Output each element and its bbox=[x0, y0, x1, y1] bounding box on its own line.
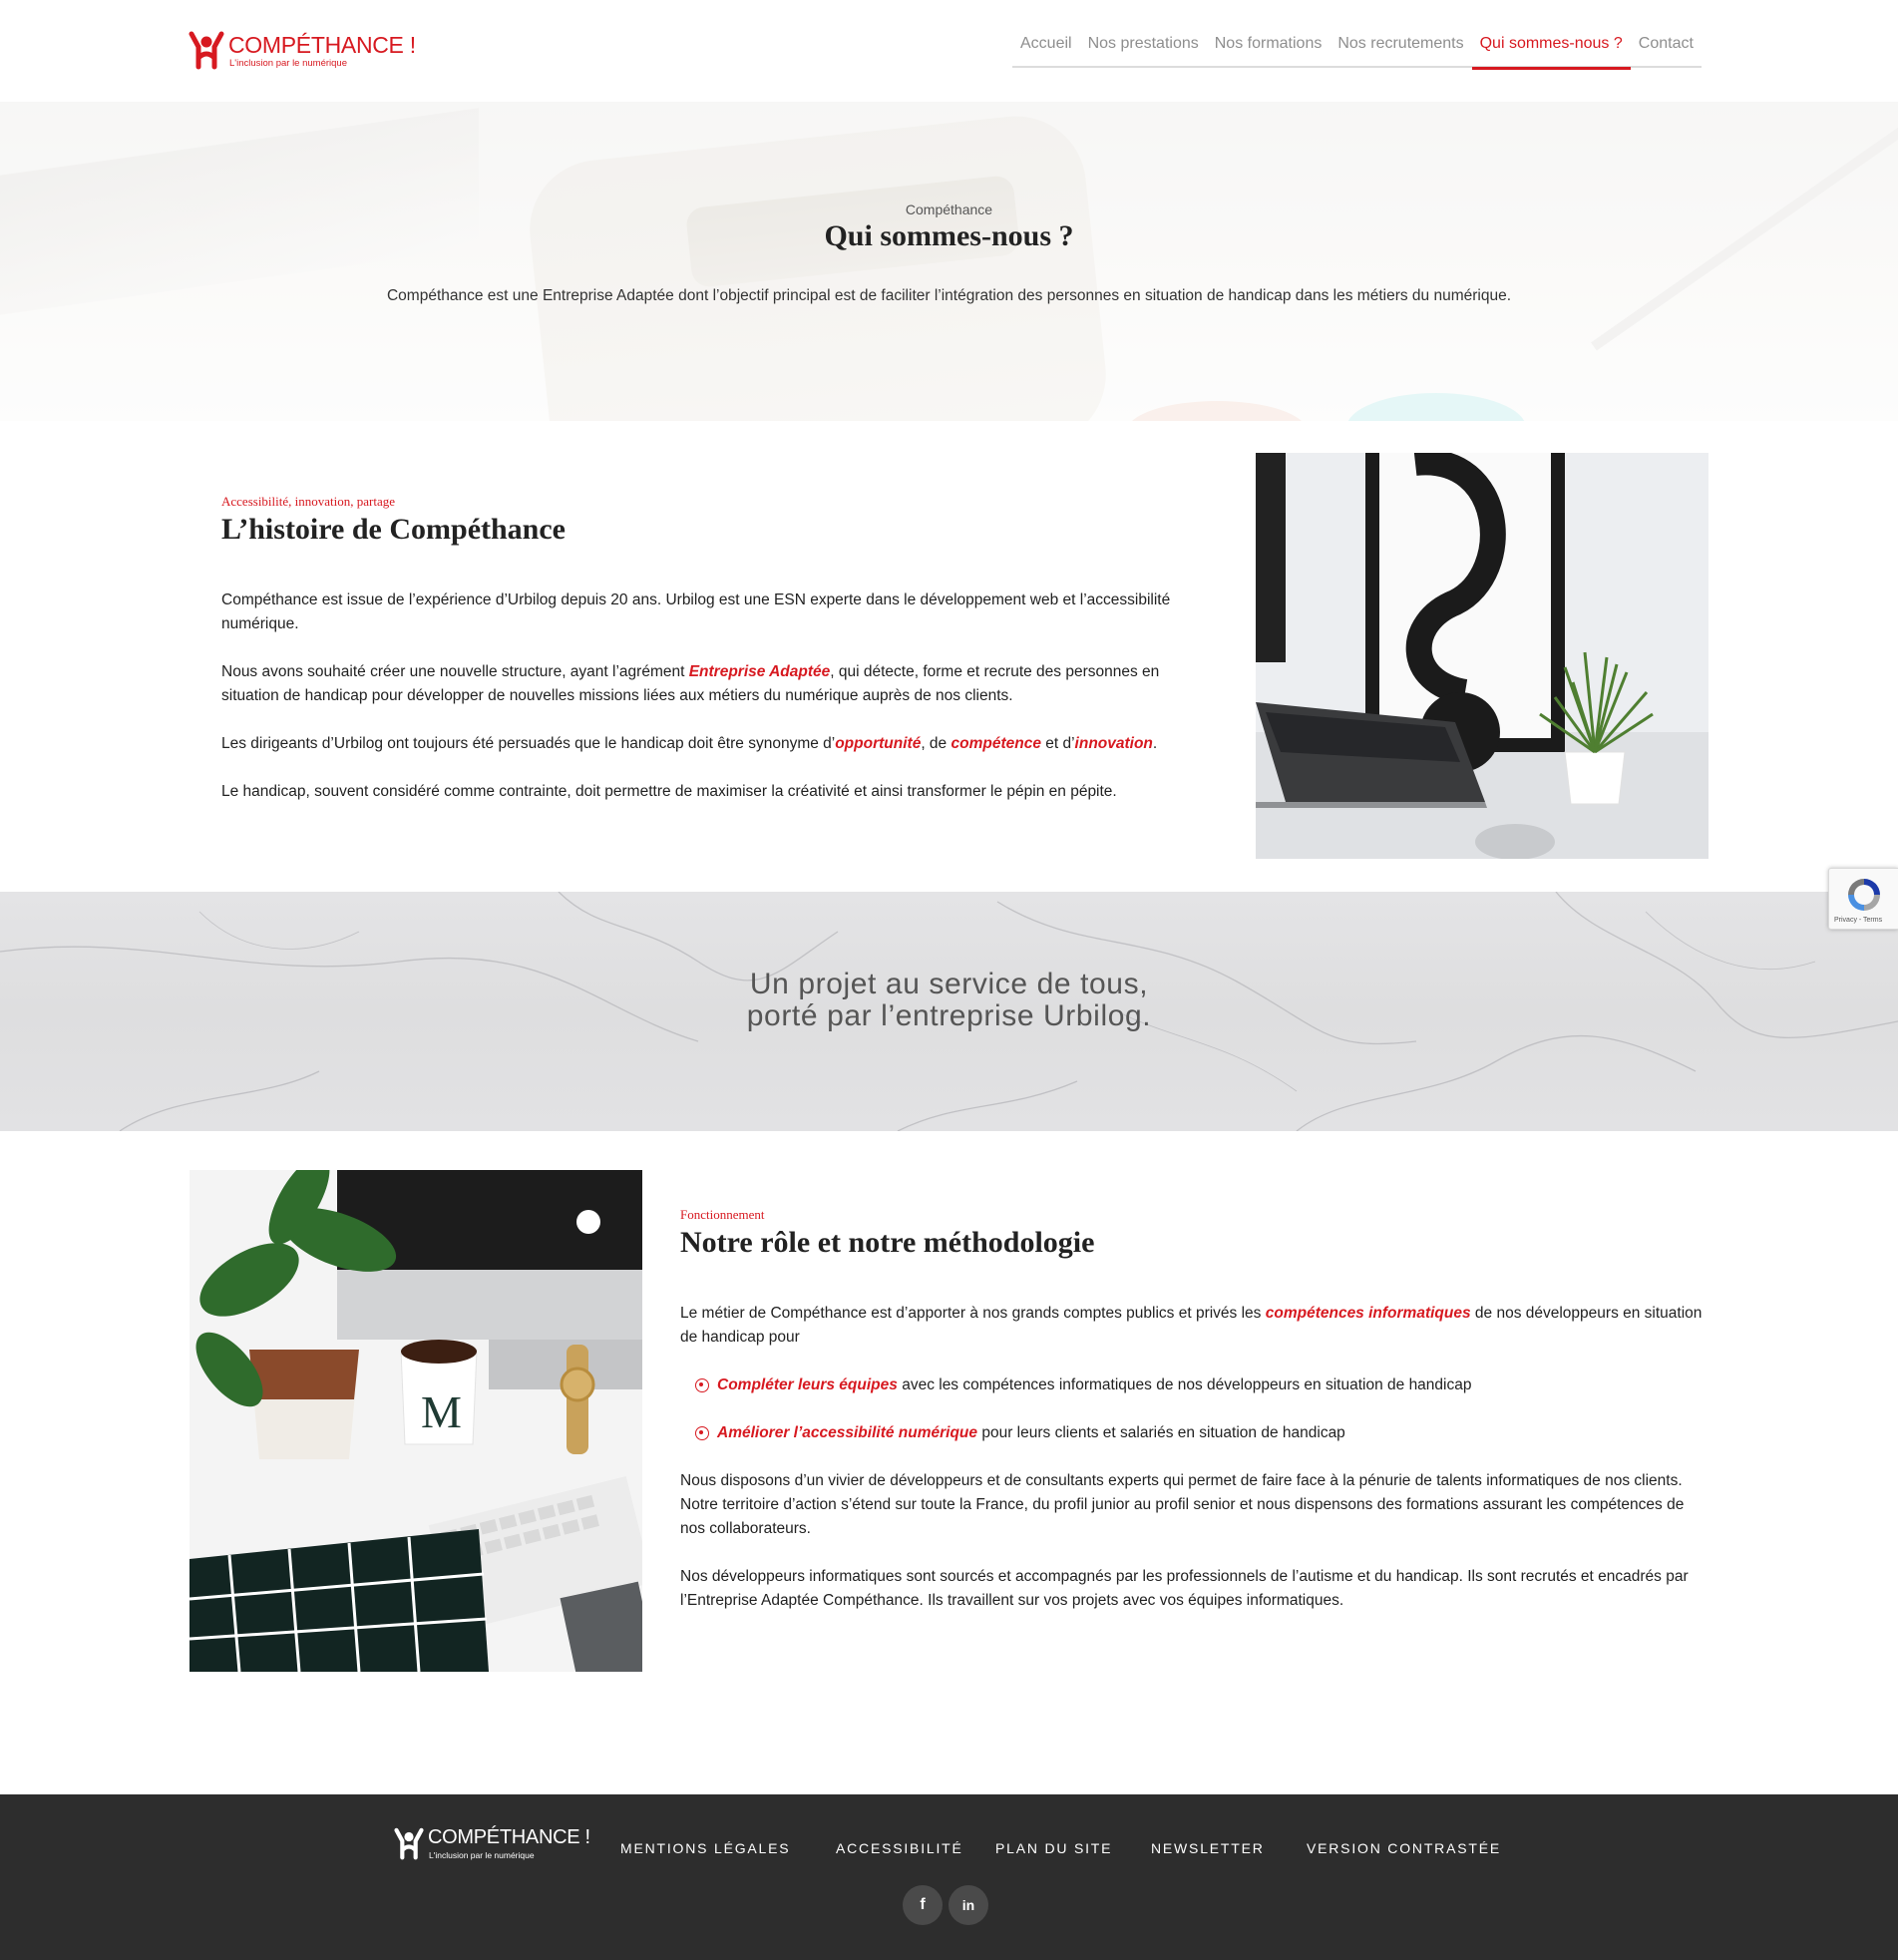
emphasis-opportunite: opportunité bbox=[835, 735, 922, 752]
bullet-text: avec les compétences informatiques de no… bbox=[897, 1376, 1472, 1393]
site-footer: COMPÉTHANCE ! L'inclusion par le numériq… bbox=[0, 1794, 1898, 1960]
emphasis-entreprise-adaptee: Entreprise Adaptée bbox=[688, 663, 831, 680]
hero-description: Compéthance est une Entreprise Adaptée d… bbox=[386, 287, 1512, 304]
nav-item-prestations[interactable]: Nos prestations bbox=[1080, 26, 1207, 68]
logo-wordmark: COMPÉTHANCE ! bbox=[428, 1826, 590, 1848]
hero-kicker: Compéthance bbox=[905, 201, 993, 217]
method-title: Notre rôle et notre méthodologie bbox=[680, 1226, 1095, 1259]
story-paragraph: Compéthance est issue de l’expérience d’… bbox=[221, 591, 1171, 632]
office-desk-photo: M bbox=[190, 1170, 642, 1672]
banner-line-1: Un projet au service de tous, bbox=[749, 968, 1149, 1000]
laptop-desk-illustration bbox=[1256, 453, 1708, 859]
story-kicker: Accessibilité, innovation, partage bbox=[221, 494, 396, 509]
emphasis-accessibilite-numerique: Améliorer l’accessibilité numérique bbox=[717, 1424, 978, 1441]
story-paragraph: Les dirigeants d’Urbilog ont toujours ét… bbox=[221, 732, 1209, 756]
target-bullet-icon bbox=[695, 1426, 709, 1440]
nav-item-recrutements[interactable]: Nos recrutements bbox=[1329, 26, 1471, 68]
banner-line-2: porté par l’entreprise Urbilog. bbox=[746, 999, 1152, 1032]
logo-person-icon bbox=[189, 31, 224, 70]
text-run: , de bbox=[921, 735, 951, 752]
text-run: et d’ bbox=[1040, 735, 1075, 752]
emphasis-competences-informatiques: compétences informatiques bbox=[1265, 1305, 1471, 1322]
target-bullet-icon bbox=[695, 1378, 709, 1392]
recaptcha-icon bbox=[1848, 879, 1880, 911]
footer-link-newsletter[interactable]: NEWSLETTER bbox=[1151, 1840, 1265, 1856]
recaptcha-badge[interactable]: Privacy - Terms bbox=[1828, 868, 1898, 930]
nav-item-accueil[interactable]: Accueil bbox=[1012, 26, 1080, 68]
method-paragraph: Nous disposons d’un vivier de développeu… bbox=[680, 1472, 1685, 1537]
method-bullet: Améliorer l’accessibilité numérique pour… bbox=[695, 1421, 1345, 1445]
site-header: COMPÉTHANCE ! L'inclusion par le numériq… bbox=[0, 0, 1898, 102]
footer-link-plan-du-site[interactable]: PLAN DU SITE bbox=[995, 1840, 1112, 1856]
logo-wordmark: COMPÉTHANCE ! bbox=[228, 32, 416, 58]
method-paragraph: Nos développeurs informatiques sont sour… bbox=[680, 1568, 1689, 1609]
bullet-text: pour leurs clients et salariés en situat… bbox=[977, 1424, 1345, 1441]
footer-logo[interactable]: COMPÉTHANCE ! L'inclusion par le numériq… bbox=[394, 1824, 593, 1864]
svg-text:M: M bbox=[421, 1386, 462, 1437]
site-logo[interactable]: COMPÉTHANCE ! L'inclusion par le numériq… bbox=[189, 28, 416, 72]
linkedin-icon[interactable]: in bbox=[949, 1885, 988, 1925]
emphasis-completer-equipes: Compléter leurs équipes bbox=[717, 1376, 898, 1393]
text-run: Le métier de Compéthance est d’apporter … bbox=[680, 1305, 1266, 1322]
footer-link-mentions-legales[interactable]: MENTIONS LÉGALES bbox=[620, 1840, 790, 1856]
text-run: Nous avons souhaité créer une nouvelle s… bbox=[221, 663, 689, 680]
logo-tagline: L'inclusion par le numérique bbox=[229, 58, 347, 69]
method-bullet: Compléter leurs équipes avec les compéte… bbox=[695, 1373, 1471, 1397]
text-run: Les dirigeants d’Urbilog ont toujours ét… bbox=[221, 735, 836, 752]
footer-link-accessibilite[interactable]: ACCESSIBILITÉ bbox=[836, 1840, 963, 1856]
hero-overlay bbox=[0, 102, 1898, 421]
story-title: L’histoire de Compéthance bbox=[221, 513, 566, 546]
story-paragraph: Nous avons souhaité créer une nouvelle s… bbox=[221, 660, 1209, 708]
marble-banner: Un projet au service de tous, porté par … bbox=[0, 892, 1898, 1131]
main-nav: Accueil Nos prestations Nos formations N… bbox=[1012, 26, 1702, 70]
story-paragraph: Le handicap, souvent considéré comme con… bbox=[221, 783, 1117, 800]
logo-person-icon bbox=[394, 1827, 424, 1860]
recaptcha-terms-link[interactable]: Privacy - Terms bbox=[1834, 917, 1882, 924]
nav-item-formations[interactable]: Nos formations bbox=[1207, 26, 1330, 68]
footer-link-version-contrastee[interactable]: VERSION CONTRASTÉE bbox=[1307, 1840, 1501, 1856]
method-paragraph: Le métier de Compéthance est d’apporter … bbox=[680, 1302, 1708, 1350]
laptop-desk-photo bbox=[1256, 453, 1708, 859]
text-run: . bbox=[1152, 735, 1158, 752]
emphasis-innovation: innovation bbox=[1074, 735, 1153, 752]
emphasis-competence: compétence bbox=[950, 735, 1041, 752]
method-kicker: Fonctionnement bbox=[680, 1207, 765, 1222]
hero-banner: Compéthance Qui sommes-nous ? Compéthanc… bbox=[0, 102, 1898, 421]
logo-tagline: L'inclusion par le numérique bbox=[429, 1850, 535, 1860]
nav-item-qui-sommes-nous[interactable]: Qui sommes-nous ? bbox=[1471, 26, 1631, 70]
page-title: Qui sommes-nous ? bbox=[824, 219, 1074, 252]
facebook-icon[interactable]: f bbox=[903, 1885, 943, 1925]
office-desk-illustration: M bbox=[190, 1170, 642, 1672]
nav-item-contact[interactable]: Contact bbox=[1631, 26, 1702, 68]
